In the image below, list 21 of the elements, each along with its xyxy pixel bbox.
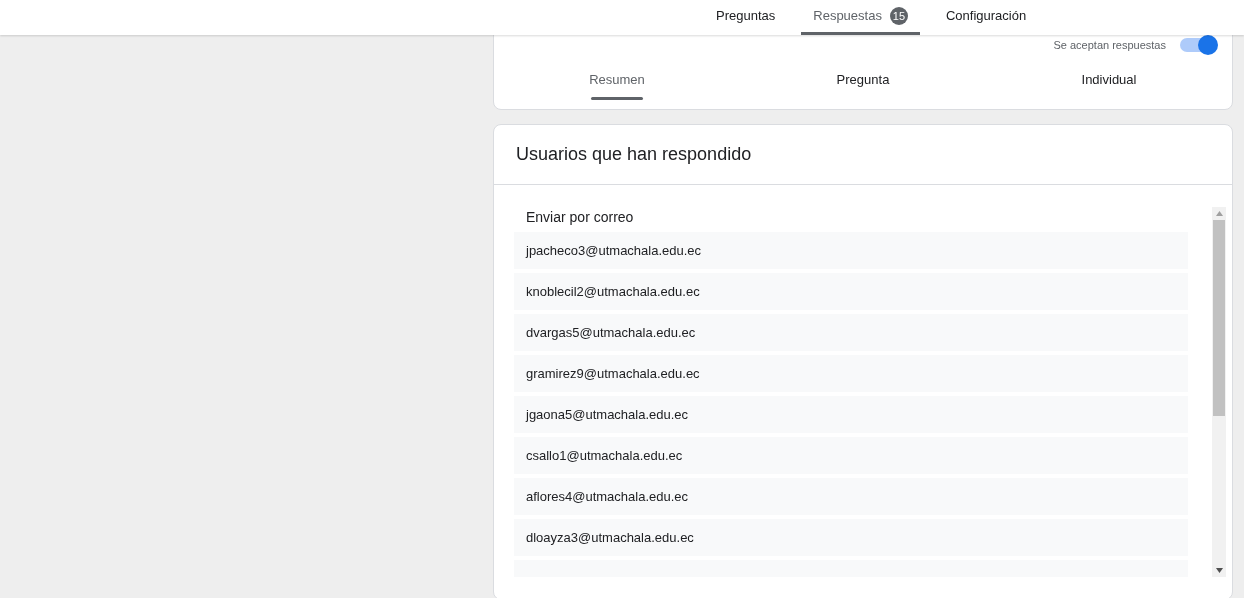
email-row: dloayza3@utmachala.edu.ec [514,519,1188,556]
email-row: gramirez9@utmachala.edu.ec [514,355,1188,392]
scroll-down-icon[interactable] [1215,568,1223,573]
view-tab[interactable]: Pregunta [740,61,986,109]
scroll-up-icon[interactable] [1215,211,1223,216]
email-row: jgaona5@utmachala.edu.ec [514,396,1188,433]
email-row: jpacheco3@utmachala.edu.ec [514,232,1188,269]
toggle-switch[interactable] [1180,38,1216,53]
email-row: knoblecil2@utmachala.edu.ec [514,273,1188,310]
email-row: aflores4@utmachala.edu.ec [514,478,1188,515]
scrollbar[interactable] [1212,207,1226,577]
email-label: Enviar por correo [525,208,635,227]
view-tab[interactable]: Resumen [494,61,740,109]
view-tab[interactable]: Individual [986,61,1232,109]
card-title: Usuarios que han respondido [516,143,752,166]
top-tab[interactable]: Preguntas [704,0,788,35]
top-tab[interactable]: Configuración [933,0,1039,35]
email-row: csallo1@utmachala.edu.ec [514,437,1188,474]
accepting-label: Se aceptan respuestas [1053,38,1166,53]
email-row: dvargas5@utmachala.edu.ec [514,314,1188,351]
count-badge: 15 [889,7,908,25]
